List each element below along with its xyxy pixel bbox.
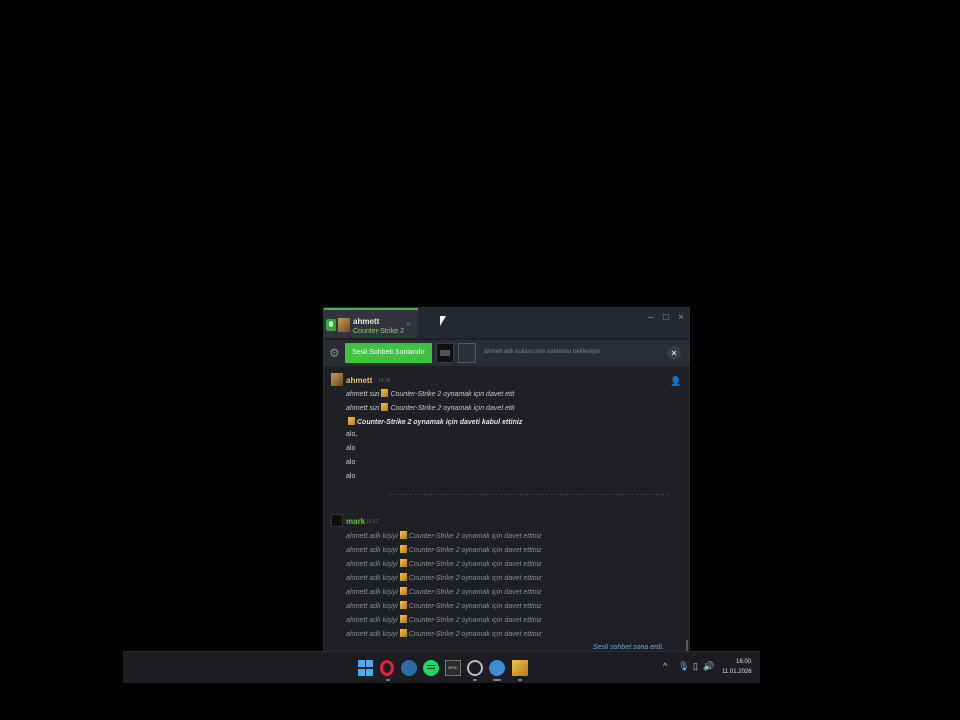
cs2-icon <box>399 545 407 553</box>
tab-username: ahmett <box>353 317 380 326</box>
cs2-icon <box>381 403 389 411</box>
network-icon[interactable]: ▯ <box>693 661 698 672</box>
list-item: ahmett sizi Counter-Strike 2 oynamak için… <box>346 389 515 398</box>
mouse-cursor-icon <box>440 316 446 326</box>
chat-tab-ahmett[interactable]: ahmett Counter-Strike 2 × <box>324 308 418 338</box>
list-item: ahmett adlı kişiyi Counter-Strike 2 oynam… <box>346 545 542 554</box>
counter-strike-icon[interactable] <box>512 660 528 676</box>
tab-close-icon[interactable]: × <box>406 320 411 329</box>
participant-avatar-pending[interactable] <box>458 343 476 363</box>
epic-games-icon[interactable]: EPIC <box>445 660 461 676</box>
message-author[interactable]: ahmett <box>346 376 372 385</box>
waiting-status: ahmett adlı kullanıcının katılması bekle… <box>484 349 601 355</box>
cs2-icon <box>399 531 407 539</box>
voice-ended-notice: Sesli sohbet sona erdi. <box>593 644 664 651</box>
cs2-icon <box>399 573 407 581</box>
tab-game-status: Counter-Strike 2 <box>353 328 404 335</box>
list-item: alo, <box>346 431 358 438</box>
active-indicator <box>493 679 501 681</box>
cs2-icon <box>399 587 407 595</box>
message-author[interactable]: mark <box>346 517 365 526</box>
cs2-icon <box>399 559 407 567</box>
list-item: ahmett adlı kişiyi Counter-Strike 2 oynam… <box>346 615 542 624</box>
title-bar[interactable]: ahmett Counter-Strike 2 × – □ × <box>324 308 689 338</box>
windows-start-icon[interactable] <box>358 660 374 676</box>
list-item: ahmett adlı kişiyi Counter-Strike 2 oynam… <box>346 573 542 582</box>
list-item: ahmett adlı kişiyi Counter-Strike 2 oynam… <box>346 629 542 638</box>
divider <box>389 494 669 495</box>
desktop: ahmett Counter-Strike 2 × – □ × ⚙ Sesli … <box>0 0 960 720</box>
close-icon[interactable]: × <box>678 313 684 323</box>
active-indicator <box>386 679 390 681</box>
list-item: ahmett adlı kişiyi Counter-Strike 2 oynam… <box>346 559 542 568</box>
clock-date[interactable]: 11.01.2026 <box>722 669 752 675</box>
steam-chat-window: ahmett Counter-Strike 2 × – □ × ⚙ Sesli … <box>323 307 690 653</box>
cs2-icon <box>348 417 355 425</box>
list-item: Counter-Strike 2 oynamak için daveti kab… <box>346 417 522 426</box>
add-user-icon[interactable]: 👤 <box>670 376 681 387</box>
avatar[interactable] <box>331 514 343 527</box>
end-voice-chat-button[interactable]: Sesli Sohbeti Sonlandır <box>345 343 432 363</box>
list-item: ahmett adlı kişiyi Counter-Strike 2 oynam… <box>346 601 542 610</box>
active-indicator <box>518 679 522 681</box>
message-time: 14:08 <box>378 378 391 384</box>
avatar <box>338 318 350 332</box>
list-item: ahmett adlı kişiyi Counter-Strike 2 oynam… <box>346 587 542 596</box>
close-voice-bar-icon[interactable]: × <box>667 346 681 360</box>
cs2-icon <box>399 615 407 623</box>
volume-icon[interactable]: 🔊 <box>703 661 714 672</box>
cs2-icon <box>381 389 389 397</box>
taskbar: EPIC ^ 🎙 ▯ 🔊 16:00 11.01.2026 <box>123 651 760 683</box>
clock-time[interactable]: 16:00 <box>736 659 751 665</box>
list-item: ahmett adlı kişiyi Counter-Strike 2 oynam… <box>346 531 542 540</box>
chevron-up-icon[interactable]: ^ <box>663 661 667 671</box>
message-time: 15:22 <box>366 519 379 525</box>
cs2-icon <box>399 629 407 637</box>
list-item: ahmett sizi Counter-Strike 2 oynamak için… <box>346 403 515 412</box>
obs-icon[interactable] <box>467 660 483 676</box>
cs2-icon <box>399 601 407 609</box>
active-indicator <box>473 679 477 681</box>
voice-chat-bar: ⚙ Sesli Sohbeti Sonlandır ahmett adlı ku… <box>324 340 689 366</box>
spotify-icon[interactable] <box>423 660 439 676</box>
avatar[interactable] <box>331 373 343 386</box>
list-item: alo <box>346 473 356 480</box>
microphone-icon[interactable]: 🎙 <box>678 661 689 672</box>
microphone-icon <box>326 319 336 331</box>
maximize-icon[interactable]: □ <box>663 313 669 323</box>
gear-icon[interactable]: ⚙ <box>329 347 341 359</box>
list-item: alo <box>346 459 356 466</box>
list-item: alo <box>346 445 356 452</box>
participant-avatar-self[interactable] <box>436 343 454 363</box>
minimize-icon[interactable]: – <box>648 313 654 323</box>
steam-chat-icon[interactable] <box>489 660 505 676</box>
steam-icon[interactable] <box>401 660 417 676</box>
message-list[interactable]: 👤 ahmett 14:08 ahmett sizi Counter-Strike… <box>324 368 689 652</box>
opera-icon[interactable] <box>380 660 394 676</box>
